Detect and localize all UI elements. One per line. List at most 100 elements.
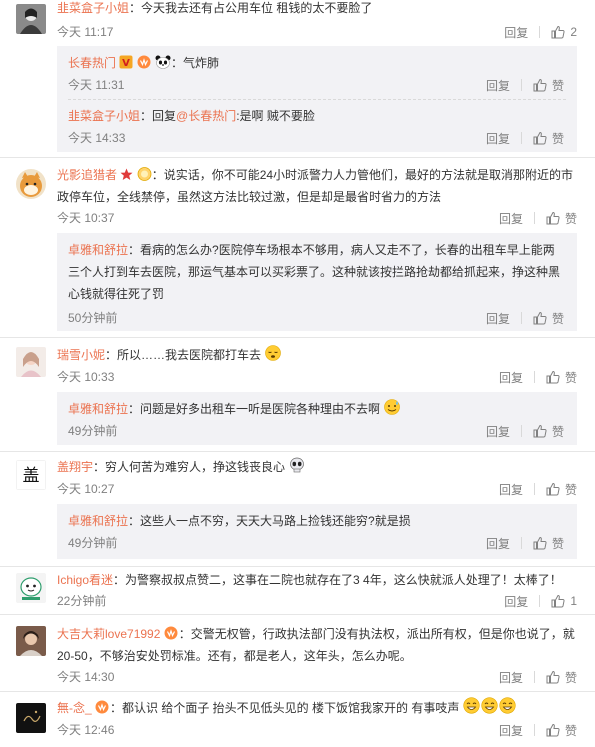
action-divider	[520, 79, 522, 91]
avatar[interactable]	[16, 626, 46, 656]
reply-username[interactable]: 卓雅和舒拉	[68, 243, 128, 257]
sleepy-face-emoji-icon	[265, 345, 282, 361]
like-label: 赞	[551, 536, 564, 551]
thumb-up-icon	[546, 670, 560, 684]
comment-username[interactable]: 大吉大莉love71992	[57, 627, 160, 641]
reply-actions: 回复 赞	[486, 77, 564, 93]
comment-item: 韭菜盒子小姐：今天我去还有占公用车位 租钱的太不要脸了 今天 11:17 回复 …	[0, 0, 595, 158]
comment-content-cont: 政停车位，全线禁停，虽然这方法比较过激，但是却是最省时省力的方法	[57, 190, 442, 204]
comment-item: 無-念_ ：都认识 给个面子 抬头不见低头见的 楼下饭馆我家开的 有事吱声 今天…	[0, 697, 595, 747]
vip-v-badge-icon: V	[119, 55, 133, 69]
reply-button[interactable]: 回复	[504, 24, 528, 41]
thumb-up-icon	[533, 424, 547, 438]
reply-content: ：气炸肺	[171, 56, 220, 70]
reply-box: 卓雅和舒拉：问题是好多出租车一听是医院各种理由不去啊 49分钟前 回复 赞	[57, 392, 577, 445]
reply-actions: 回复 赞	[486, 535, 564, 551]
comment-username[interactable]: 無-念_	[57, 701, 92, 715]
comment-item: 光影追猎者 ：说实话，你不可能24小时派警力人力管他们，最好的方法就是取消那附近…	[0, 162, 595, 338]
reply-button[interactable]: 回复	[486, 130, 510, 147]
like-button[interactable]: 赞	[533, 310, 564, 327]
reply-content: ：问题是好多出租车一听是医院各种理由不去啊	[128, 402, 381, 416]
membership-badge-icon	[137, 55, 151, 69]
action-divider	[533, 724, 535, 736]
reply-box: 长春热门 V ：气炸肺 今天 11:31 回复 赞 韭菜盒子小姐：回复@长春热门…	[57, 46, 577, 152]
reply-button[interactable]: 回复	[486, 535, 510, 552]
reply-button[interactable]: 回复	[486, 77, 510, 94]
reply-text: 卓雅和舒拉：看病的怎么办?医院停车场根本不够用，病人又走不了，长春的出租车早上能…	[68, 239, 567, 305]
avatar[interactable]	[16, 347, 46, 377]
action-divider	[539, 595, 541, 607]
reply-content-cont: 心钱就得往死了罚	[68, 287, 165, 301]
mention-link[interactable]: @长春热门	[176, 109, 236, 123]
reply-text: 韭菜盒子小姐：回复@长春热门:是啊 贼不要脸	[68, 105, 567, 127]
action-divider	[533, 671, 535, 683]
comment-username[interactable]: 韭菜盒子小姐	[57, 1, 129, 15]
medal-badge-icon	[137, 167, 152, 181]
reply-username[interactable]: 卓雅和舒拉	[68, 402, 128, 416]
comment-text: Ichigo看迷：为警察叔叔点赞二，这事在二院也就存在了3 4年，这么快就派人处…	[57, 569, 581, 591]
reply-button[interactable]: 回复	[499, 369, 523, 386]
membership-badge-icon	[95, 700, 109, 714]
comment-divider	[0, 614, 595, 615]
avatar[interactable]	[16, 169, 46, 199]
like-label: 赞	[564, 211, 577, 226]
comment-username[interactable]: 盖翔宇	[57, 460, 93, 474]
membership-badge-icon	[164, 626, 178, 640]
thumb-up-icon	[533, 536, 547, 550]
like-label: 赞	[551, 424, 564, 439]
like-button[interactable]: 1	[551, 594, 577, 608]
comment-username[interactable]: 光影追猎者	[57, 168, 117, 182]
comment-actions: 回复 赞	[499, 210, 577, 226]
reply-username[interactable]: 卓雅和舒拉	[68, 514, 128, 528]
comment-list: 韭菜盒子小姐：今天我去还有占公用车位 租钱的太不要脸了 今天 11:17 回复 …	[0, 0, 595, 747]
like-button[interactable]: 赞	[546, 369, 577, 386]
comment-time: 今天 10:27	[57, 482, 115, 496]
like-button[interactable]: 赞	[546, 210, 577, 227]
thumb-up-icon	[533, 311, 547, 325]
avatar[interactable]	[16, 4, 46, 34]
comment-actions: 回复 赞	[499, 722, 577, 738]
skull-emoji-icon	[290, 457, 305, 473]
comment-time: 今天 10:37	[57, 211, 115, 225]
like-button[interactable]: 2	[551, 25, 577, 39]
action-divider	[533, 212, 535, 224]
reply-button[interactable]: 回复	[499, 722, 523, 739]
reply-username[interactable]: 长春热门	[68, 56, 116, 70]
comment-text: 光影追猎者 ：说实话，你不可能24小时派警力人力管他们，最好的方法就是取消那附近…	[57, 164, 581, 208]
reply-text: 卓雅和舒拉：问题是好多出租车一听是医院各种理由不去啊	[68, 398, 567, 420]
action-divider	[533, 483, 535, 495]
reply-content: ：看病的怎么办?医院停车场根本不够用，病人又走不了，长春的出租车早上能两	[128, 243, 555, 257]
like-label: 赞	[551, 311, 564, 326]
like-button[interactable]: 赞	[533, 535, 564, 552]
like-button[interactable]: 赞	[533, 77, 564, 94]
avatar[interactable]	[16, 703, 46, 733]
reply-button[interactable]: 回复	[499, 669, 523, 686]
reply-button[interactable]: 回复	[499, 481, 523, 498]
comment-item: 瑞雪小妮：所以……我去医院都打车去 今天 10:33 回复 赞 卓雅和舒拉：问题…	[0, 342, 595, 452]
reply-button[interactable]: 回复	[486, 310, 510, 327]
comment-username[interactable]: Ichigo看迷	[57, 573, 113, 587]
comment-text: 盖翔宇：穷人何苦为难穷人，挣这钱丧良心	[57, 456, 581, 478]
like-button[interactable]: 赞	[546, 722, 577, 739]
like-button[interactable]: 赞	[533, 423, 564, 440]
avatar[interactable]	[16, 573, 46, 603]
reply-box: 卓雅和舒拉：看病的怎么办?医院停车场根本不够用，病人又走不了，长春的出租车早上能…	[57, 233, 577, 331]
like-button[interactable]: 赞	[546, 481, 577, 498]
like-button[interactable]: 赞	[533, 130, 564, 147]
reply-username[interactable]: 韭菜盒子小姐	[68, 109, 140, 123]
comment-username[interactable]: 瑞雪小妮	[57, 348, 105, 362]
reply-button[interactable]: 回复	[486, 423, 510, 440]
thumb-up-icon	[551, 25, 565, 39]
comment-actions: 回复 赞	[499, 369, 577, 385]
comment-actions: 回复 1	[504, 593, 577, 609]
comment-text: 無-念_ ：都认识 给个面子 抬头不见低头见的 楼下饭馆我家开的 有事吱声	[57, 697, 581, 719]
action-divider	[520, 537, 522, 549]
reply-time: 49分钟前	[68, 536, 118, 550]
reply-button[interactable]: 回复	[504, 593, 528, 610]
avatar[interactable]: 盖	[16, 460, 46, 490]
like-button[interactable]: 赞	[546, 669, 577, 686]
reply-button[interactable]: 回复	[499, 210, 523, 227]
reply-text: 卓雅和舒拉：这些人一点不穷，天天大马路上捡钱还能穷?就是损	[68, 510, 567, 532]
comment-actions: 回复 2	[504, 24, 577, 40]
reply-time: 49分钟前	[68, 424, 118, 438]
